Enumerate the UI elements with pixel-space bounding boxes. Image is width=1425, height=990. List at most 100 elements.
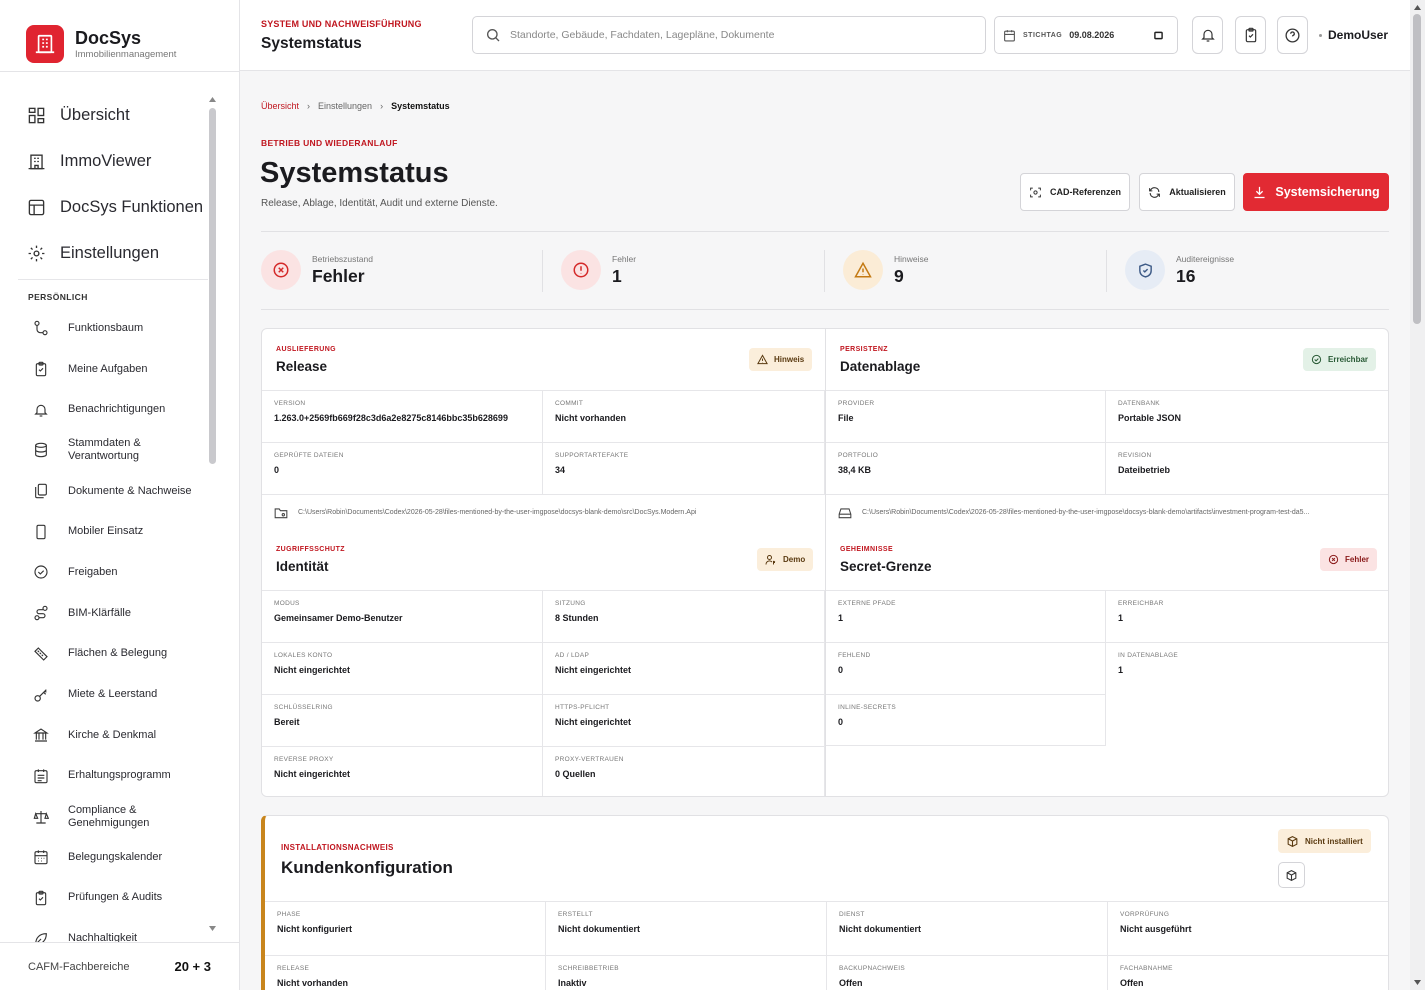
sidebar: DocSys Immobilienmanagement Übersicht Im…	[0, 0, 240, 990]
cad-references-button[interactable]: CAD-Referenzen	[1020, 173, 1130, 211]
field-portfolio: PORTFOLIO 38,4 KB	[826, 442, 1106, 494]
user-menu[interactable]: DemoUser	[1319, 28, 1388, 42]
nav-item-meine-aufgaben[interactable]: Meine Aufgaben	[33, 349, 192, 390]
refresh-button[interactable]: Aktualisieren	[1139, 173, 1235, 211]
x-circle-icon	[1328, 554, 1339, 565]
date-picker[interactable]: STICHTAG 09.08.2026	[994, 16, 1178, 54]
topbar-title: Systemstatus	[261, 35, 362, 52]
nav-item-bim-klaerfaelle[interactable]: BIM-Klärfälle	[33, 593, 192, 634]
nav-item-uebersicht[interactable]: Übersicht	[27, 92, 203, 138]
field-value: 1	[1118, 613, 1124, 623]
field-value: 8 Stunden	[555, 613, 599, 623]
sidebar-scrollbar-thumb[interactable]	[209, 108, 216, 464]
tasks-button[interactable]	[1235, 16, 1266, 54]
x-circle-icon	[261, 250, 301, 290]
field-session: SITZUNG 8 Stunden	[543, 590, 825, 642]
field-phase: PHASE Nicht konfiguriert	[265, 901, 546, 955]
field-value: Nicht eingerichtet	[555, 665, 632, 675]
field-value: Nicht dokumentiert	[558, 924, 641, 934]
search-input[interactable]: Standorte, Gebäude, Fachdaten, Lagepläne…	[472, 16, 986, 54]
nav-item-erhaltungsprogramm[interactable]: Erhaltungsprogramm	[33, 756, 192, 797]
database-icon	[33, 442, 49, 458]
badge-label: Demo	[783, 555, 806, 564]
nav-item-miete[interactable]: Miete & Leerstand	[33, 674, 192, 715]
field-version: VERSION 1.263.0+2569fb669f28c3d6a2e8275c8…	[262, 390, 543, 442]
notifications-button[interactable]	[1192, 16, 1223, 54]
field-label: SCHREIBBETRIEB	[558, 965, 619, 972]
field-value: Offen	[1120, 978, 1144, 988]
nav-item-mobiler-einsatz[interactable]: Mobiler Einsatz	[33, 511, 192, 552]
stat-value: 9	[894, 265, 904, 286]
nav-item-label: Einstellungen	[60, 243, 160, 262]
section-title: Kundenkonfiguration	[281, 858, 453, 877]
nav-item-label: Miete & Leerstand	[68, 688, 158, 701]
chevron-right-icon: ›	[380, 101, 384, 111]
check-circle-icon	[1311, 354, 1322, 365]
path-text: C:\Users\Robin\Documents\Codex\2026-05-2…	[298, 509, 697, 516]
stat-label: Fehler	[612, 253, 637, 264]
field-provider: PROVIDER File	[826, 390, 1106, 442]
brand[interactable]: DocSys Immobilienmanagement	[26, 25, 176, 63]
bell-icon	[33, 402, 49, 418]
gear-icon	[27, 244, 46, 263]
nav-item-label: Übersicht	[60, 105, 130, 124]
app-name: DocSys	[75, 28, 142, 48]
nav-item-dokumente[interactable]: Dokumente & Nachweise	[33, 471, 192, 512]
divider	[542, 250, 543, 292]
personal-nav: Funktionsbaum Meine Aufgaben Benachricht…	[33, 308, 192, 959]
field-value: 1	[838, 613, 844, 623]
breadcrumb-link[interactable]: Einstellungen	[318, 101, 372, 111]
field-reverse-proxy: REVERSE PROXY Nicht eingerichtet	[262, 746, 543, 796]
field-value: Nicht vorhanden	[555, 413, 627, 423]
field-value: Nicht konfiguriert	[277, 924, 353, 934]
field-label: RELEASE	[277, 965, 310, 972]
calendar-picker-icon[interactable]	[1154, 31, 1163, 40]
footer-label: CAFM-Fachbereiche	[28, 960, 130, 973]
stat-value: 1	[612, 265, 622, 286]
nav-item-label: Belegungskalender	[68, 850, 163, 863]
storage-path: C:\Users\Robin\Documents\Codex\2026-05-2…	[826, 494, 1388, 530]
nav-item-belegungskalender[interactable]: Belegungskalender	[33, 837, 192, 878]
nav-item-freigaben[interactable]: Freigaben	[33, 552, 192, 593]
field-label: COMMIT	[555, 400, 584, 407]
nav-item-label: ImmoViewer	[60, 151, 152, 170]
nav-item-immoviewer[interactable]: ImmoViewer	[27, 138, 203, 184]
installation-details-button[interactable]	[1278, 862, 1305, 888]
field-backup-proof: BACKUPNACHWEIS Offen	[827, 955, 1108, 990]
nav-item-kirche[interactable]: Kirche & Denkmal	[33, 715, 192, 756]
nav-item-funktionsbaum[interactable]: Funktionsbaum	[33, 308, 192, 349]
field-https: HTTPS-PFLICHT Nicht eingerichtet	[543, 694, 825, 746]
field-label: GEPRÜFTE DATEIEN	[274, 452, 344, 459]
field-label: SUPPORTARTEFAKTE	[555, 452, 629, 459]
documents-icon	[33, 483, 49, 499]
sidebar-footer[interactable]: CAFM-Fachbereiche 20 + 3	[0, 942, 239, 990]
field-label: PORTFOLIO	[838, 452, 879, 459]
status-badge: Nicht installiert	[1278, 829, 1371, 853]
system-backup-button[interactable]: Systemsicherung	[1243, 173, 1389, 211]
nav-item-compliance[interactable]: Compliance & Genehmigungen	[33, 796, 192, 837]
field-value: 0 Quellen	[555, 769, 596, 779]
page-scrollbar-thumb[interactable]	[1413, 14, 1421, 324]
nav-item-einstellungen[interactable]: Einstellungen	[27, 230, 203, 276]
nav-item-flaechen[interactable]: Flächen & Belegung	[33, 634, 192, 675]
bell-icon	[1200, 27, 1216, 43]
breadcrumb-link[interactable]: Übersicht	[261, 101, 299, 111]
field-label: BACKUPNACHWEIS	[839, 965, 905, 972]
nav-item-label: Flächen & Belegung	[68, 647, 168, 660]
section-title: Secret-Grenze	[840, 559, 932, 574]
field-inline-secrets: INLINE-SECRETS 0	[826, 694, 1106, 746]
field-checked-files: GEPRÜFTE DATEIEN 0	[262, 442, 543, 494]
help-button[interactable]	[1277, 16, 1308, 54]
field-label: SCHLÜSSELRING	[274, 704, 333, 711]
field-support-artifacts: SUPPORTARTEFAKTE 34	[543, 442, 825, 494]
nav-item-pruefungen[interactable]: Prüfungen & Audits	[33, 878, 192, 919]
field-label: EXTERNE PFADE	[838, 600, 896, 607]
nav-item-stammdaten[interactable]: Stammdaten & Verantwortung	[33, 430, 192, 471]
nav-item-docsys-funktionen[interactable]: DocSys Funktionen	[27, 184, 203, 230]
nav-item-benachrichtigungen[interactable]: Benachrichtigungen	[33, 389, 192, 430]
field-acceptance: FACHABNAHME Offen	[1108, 955, 1388, 990]
field-label: MODUS	[274, 600, 300, 607]
user-name: DemoUser	[1328, 28, 1389, 42]
divider	[18, 279, 208, 280]
field-value: 1.263.0+2569fb669f28c3d6a2e8275c8146bbc3…	[274, 413, 508, 423]
